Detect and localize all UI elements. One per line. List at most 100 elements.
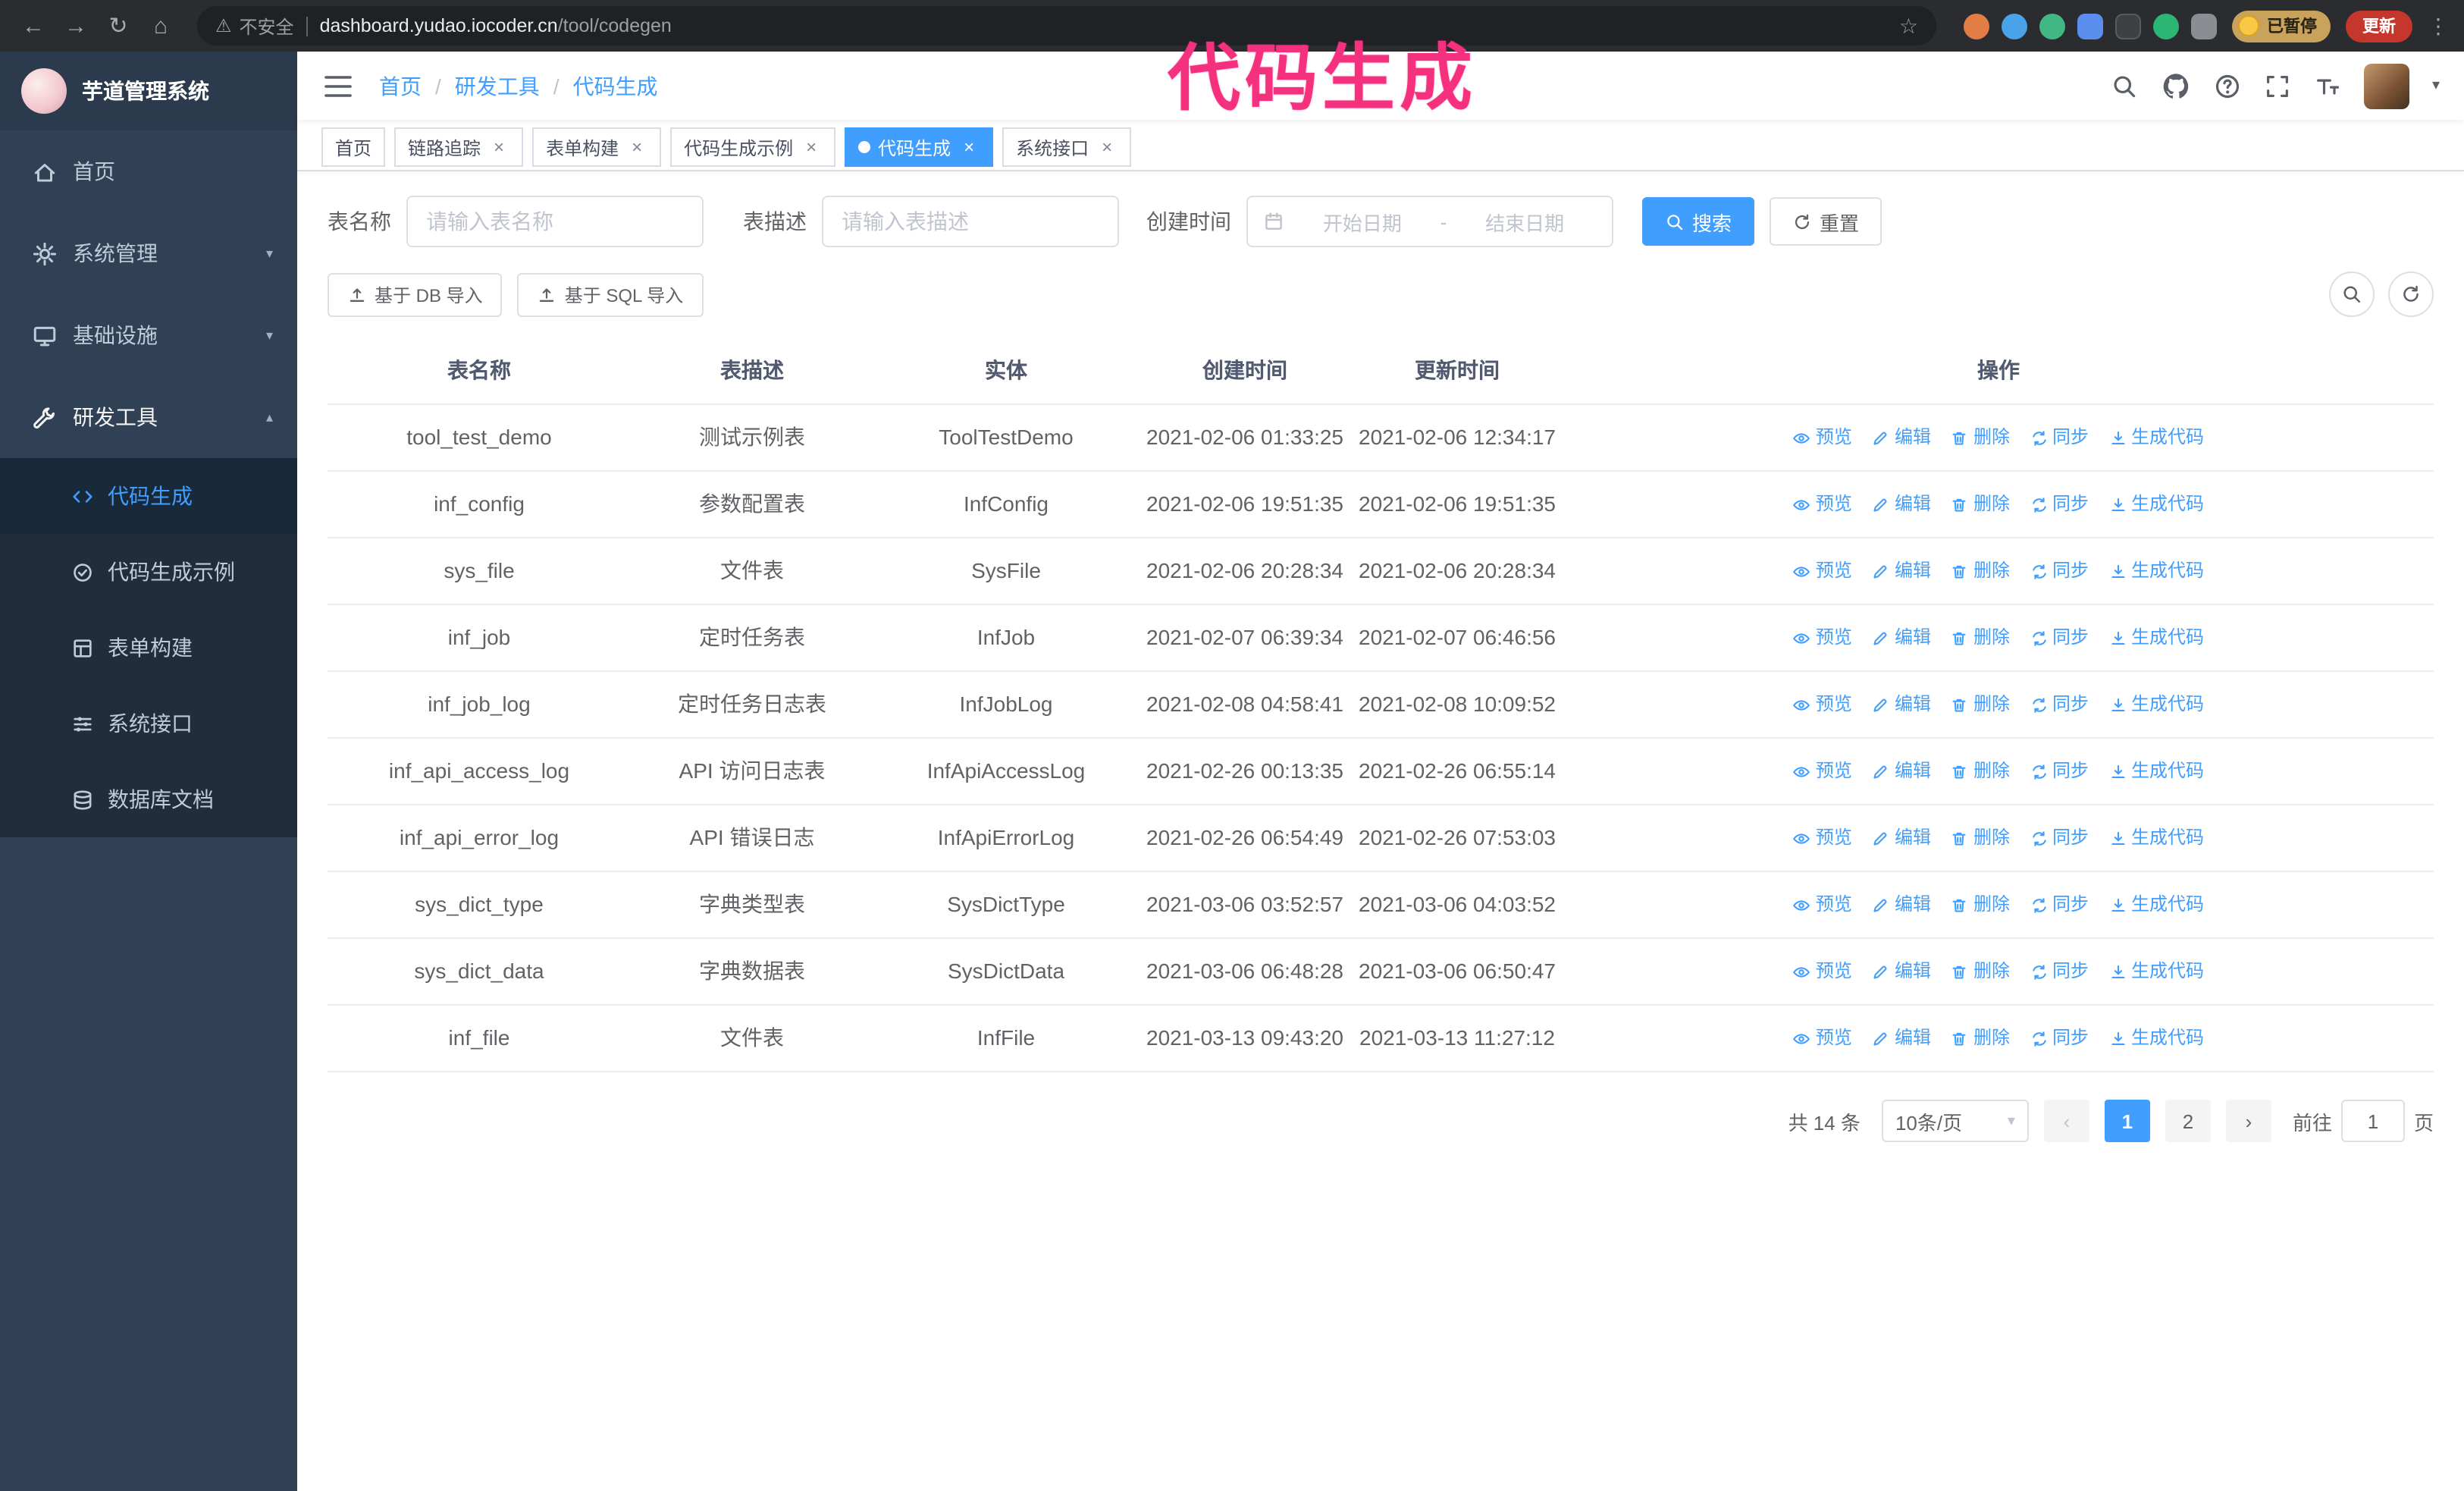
tab-codegen-example[interactable]: 代码生成示例 × (670, 127, 836, 167)
chrome-menu-icon[interactable]: ⋮ (2428, 13, 2449, 39)
tab-form-builder[interactable]: 表单构建 × (532, 127, 662, 167)
tab-system-api[interactable]: 系统接口 × (1002, 127, 1132, 167)
action-sync-link[interactable]: 同步 (2030, 487, 2089, 522)
action-sync-link[interactable]: 同步 (2030, 420, 2089, 455)
extension-icon[interactable] (1964, 13, 1989, 39)
action-sync-link[interactable]: 同步 (2030, 687, 2089, 722)
action-sync-link[interactable]: 同步 (2030, 821, 2089, 855)
help-icon[interactable] (2214, 72, 2241, 99)
action-delete-link[interactable]: 删除 (1951, 620, 2010, 655)
extension-icon[interactable] (2039, 13, 2065, 39)
bookmark-star-icon[interactable]: ☆ (1899, 13, 1918, 39)
table-desc-input[interactable] (822, 196, 1119, 247)
action-generate-link[interactable]: 生成代码 (2108, 954, 2204, 989)
action-generate-link[interactable]: 生成代码 (2108, 420, 2204, 455)
action-edit-link[interactable]: 编辑 (1872, 1021, 1931, 1056)
action-generate-link[interactable]: 生成代码 (2108, 754, 2204, 789)
security-chip[interactable]: ⚠ 不安全 (215, 13, 294, 39)
breadcrumb-devtools[interactable]: 研发工具 (455, 71, 540, 101)
action-edit-link[interactable]: 编辑 (1872, 687, 1931, 722)
chevron-down-icon[interactable]: ▾ (2432, 77, 2440, 94)
action-delete-link[interactable]: 删除 (1951, 554, 2010, 589)
fullscreen-icon[interactable] (2264, 72, 2291, 99)
sidebar-item-form-builder[interactable]: 表单构建 (0, 610, 297, 686)
action-edit-link[interactable]: 编辑 (1872, 821, 1931, 855)
extension-icon[interactable] (2153, 13, 2179, 39)
search-button[interactable]: 搜索 (1642, 197, 1755, 246)
action-preview-link[interactable]: 预览 (1793, 420, 1852, 455)
sidebar-item-home[interactable]: 首页 (0, 130, 297, 212)
action-sync-link[interactable]: 同步 (2030, 1021, 2089, 1056)
import-db-button[interactable]: 基于 DB 导入 (328, 272, 503, 316)
action-delete-link[interactable]: 删除 (1951, 887, 2010, 922)
date-range-picker[interactable]: 开始日期 - 结束日期 (1246, 196, 1613, 247)
close-icon[interactable]: × (801, 137, 822, 158)
action-delete-link[interactable]: 删除 (1951, 954, 2010, 989)
action-preview-link[interactable]: 预览 (1793, 687, 1852, 722)
action-preview-link[interactable]: 预览 (1793, 1021, 1852, 1056)
action-sync-link[interactable]: 同步 (2030, 887, 2089, 922)
action-delete-link[interactable]: 删除 (1951, 487, 2010, 522)
action-sync-link[interactable]: 同步 (2030, 620, 2089, 655)
font-size-icon[interactable] (2314, 72, 2341, 99)
goto-page-input[interactable] (2340, 1100, 2405, 1142)
import-sql-button[interactable]: 基于 SQL 导入 (517, 272, 704, 316)
extension-icon[interactable] (2077, 13, 2103, 39)
action-sync-link[interactable]: 同步 (2030, 754, 2089, 789)
action-delete-link[interactable]: 删除 (1951, 821, 2010, 855)
action-sync-link[interactable]: 同步 (2030, 954, 2089, 989)
action-generate-link[interactable]: 生成代码 (2108, 620, 2204, 655)
action-preview-link[interactable]: 预览 (1793, 821, 1852, 855)
action-edit-link[interactable]: 编辑 (1872, 620, 1931, 655)
toggle-search-button[interactable] (2329, 272, 2375, 317)
extension-icon[interactable] (2002, 13, 2027, 39)
prev-page-button[interactable]: ‹ (2043, 1100, 2089, 1142)
action-generate-link[interactable]: 生成代码 (2108, 487, 2204, 522)
next-page-button[interactable]: › (2225, 1100, 2271, 1142)
github-icon[interactable] (2161, 71, 2191, 101)
action-edit-link[interactable]: 编辑 (1872, 954, 1931, 989)
address-bar[interactable]: ⚠ 不安全 dashboard.yudao.iocoder.cn/tool/co… (197, 6, 1936, 46)
search-icon[interactable] (2111, 72, 2138, 99)
action-sync-link[interactable]: 同步 (2030, 554, 2089, 589)
reload-icon[interactable]: ↻ (100, 8, 136, 44)
action-generate-link[interactable]: 生成代码 (2108, 687, 2204, 722)
page-button-2[interactable]: 2 (2165, 1100, 2211, 1142)
extensions-puzzle-icon[interactable] (2191, 13, 2217, 39)
logo[interactable]: 芋道管理系统 (0, 52, 297, 130)
action-edit-link[interactable]: 编辑 (1872, 487, 1931, 522)
page-size-select[interactable]: 10条/页 ▾ (1881, 1100, 2029, 1142)
action-delete-link[interactable]: 删除 (1951, 1021, 2010, 1056)
action-preview-link[interactable]: 预览 (1793, 487, 1852, 522)
sidebar-item-system-api[interactable]: 系统接口 (0, 686, 297, 761)
sidebar-item-codegen[interactable]: 代码生成 (0, 458, 297, 534)
forward-icon[interactable]: → (58, 8, 94, 44)
tab-tracing[interactable]: 链路追踪 × (394, 127, 524, 167)
table-name-input[interactable] (406, 196, 704, 247)
sidebar-item-system[interactable]: 系统管理 ▾ (0, 212, 297, 294)
action-delete-link[interactable]: 删除 (1951, 420, 2010, 455)
action-edit-link[interactable]: 编辑 (1872, 754, 1931, 789)
action-preview-link[interactable]: 预览 (1793, 954, 1852, 989)
action-delete-link[interactable]: 删除 (1951, 687, 2010, 722)
close-icon[interactable]: × (488, 137, 509, 158)
action-edit-link[interactable]: 编辑 (1872, 887, 1931, 922)
profile-paused-badge[interactable]: 已暂停 (2232, 10, 2331, 42)
action-delete-link[interactable]: 删除 (1951, 754, 2010, 789)
action-preview-link[interactable]: 预览 (1793, 754, 1852, 789)
extension-icon[interactable] (2115, 13, 2141, 39)
hamburger-icon[interactable] (321, 69, 355, 102)
sidebar-item-infra[interactable]: 基础设施 ▾ (0, 294, 297, 376)
action-generate-link[interactable]: 生成代码 (2108, 1021, 2204, 1056)
back-icon[interactable]: ← (15, 8, 52, 44)
user-avatar[interactable] (2363, 63, 2409, 108)
breadcrumb-home[interactable]: 首页 (379, 71, 422, 101)
reset-button[interactable]: 重置 (1770, 197, 1882, 246)
action-preview-link[interactable]: 预览 (1793, 554, 1852, 589)
tab-codegen[interactable]: 代码生成 × (845, 127, 994, 167)
action-edit-link[interactable]: 编辑 (1872, 554, 1931, 589)
action-generate-link[interactable]: 生成代码 (2108, 554, 2204, 589)
action-preview-link[interactable]: 预览 (1793, 887, 1852, 922)
close-icon[interactable]: × (958, 137, 980, 158)
action-preview-link[interactable]: 预览 (1793, 620, 1852, 655)
